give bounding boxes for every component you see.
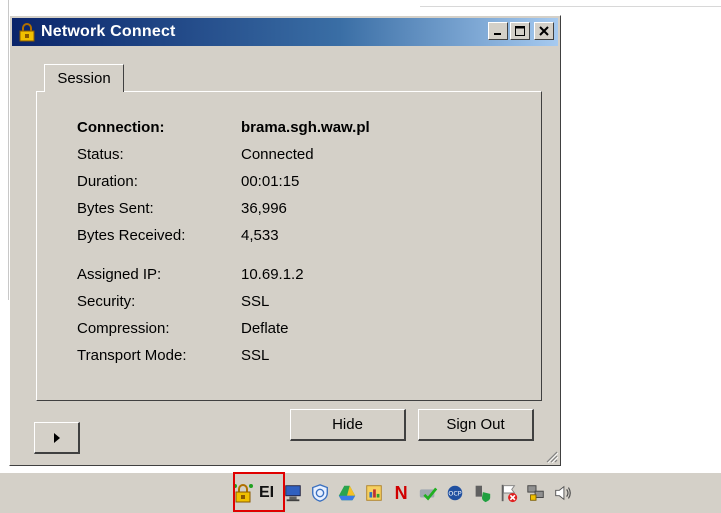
info-label: Compression: xyxy=(77,320,170,337)
window-title: Network Connect xyxy=(41,23,176,40)
shield-icon[interactable] xyxy=(309,482,331,504)
svg-text:OCP: OCP xyxy=(448,491,461,498)
drive-icon[interactable] xyxy=(336,482,358,504)
plug-shield-icon[interactable] xyxy=(471,482,493,504)
info-label: Connection: xyxy=(77,119,165,136)
flag-x-icon[interactable] xyxy=(498,482,520,504)
monitor-icon[interactable] xyxy=(282,482,304,504)
highlight-box xyxy=(233,472,285,512)
network-lock-icon[interactable] xyxy=(525,482,547,504)
taskbar: EI N OCP xyxy=(0,472,721,513)
info-value: SSL xyxy=(241,293,270,310)
info-value: 00:01:15 xyxy=(241,173,300,190)
speaker-icon[interactable] xyxy=(552,482,574,504)
info-value: Deflate xyxy=(241,320,289,337)
lock-network-icon xyxy=(19,23,35,42)
n-icon[interactable]: N xyxy=(390,482,412,504)
info-label: Security: xyxy=(77,293,136,310)
check-icon[interactable] xyxy=(417,482,439,504)
tab-session[interactable]: Session xyxy=(44,64,124,92)
network-connect-window: Network Connect Session Connection: bram… xyxy=(9,15,561,466)
info-label: Bytes Received: xyxy=(77,227,186,244)
info-value: SSL xyxy=(241,347,270,364)
maximize-icon xyxy=(515,26,525,36)
resize-grip-icon[interactable] xyxy=(544,449,558,463)
ocp-icon[interactable]: OCP xyxy=(444,482,466,504)
play-arrow-icon xyxy=(53,432,60,443)
info-value: Connected xyxy=(241,146,314,163)
info-label: Status: xyxy=(77,146,124,163)
info-value: 10.69.1.2 xyxy=(241,266,304,283)
close-button[interactable] xyxy=(534,22,554,40)
info-label: Bytes Sent: xyxy=(77,200,154,217)
sign-out-button[interactable]: Sign Out xyxy=(418,409,534,441)
info-label: Duration: xyxy=(77,173,138,190)
maximize-button[interactable] xyxy=(510,22,530,40)
title-bar[interactable]: Network Connect xyxy=(12,18,558,46)
hide-button[interactable]: Hide xyxy=(290,409,406,441)
minimize-button[interactable] xyxy=(488,22,508,40)
expand-button[interactable] xyxy=(34,422,80,454)
background-window-edge-top xyxy=(420,6,721,7)
minimize-icon xyxy=(494,33,501,35)
info-value: brama.sgh.waw.pl xyxy=(241,119,370,136)
info-label: Transport Mode: xyxy=(77,347,187,364)
info-value: 4,533 xyxy=(241,227,279,244)
session-panel: Connection: brama.sgh.waw.pl Status: Con… xyxy=(36,91,542,401)
chart-icon[interactable] xyxy=(363,482,385,504)
info-label: Assigned IP: xyxy=(77,266,162,283)
info-value: 36,996 xyxy=(241,200,287,217)
close-icon xyxy=(539,26,549,36)
